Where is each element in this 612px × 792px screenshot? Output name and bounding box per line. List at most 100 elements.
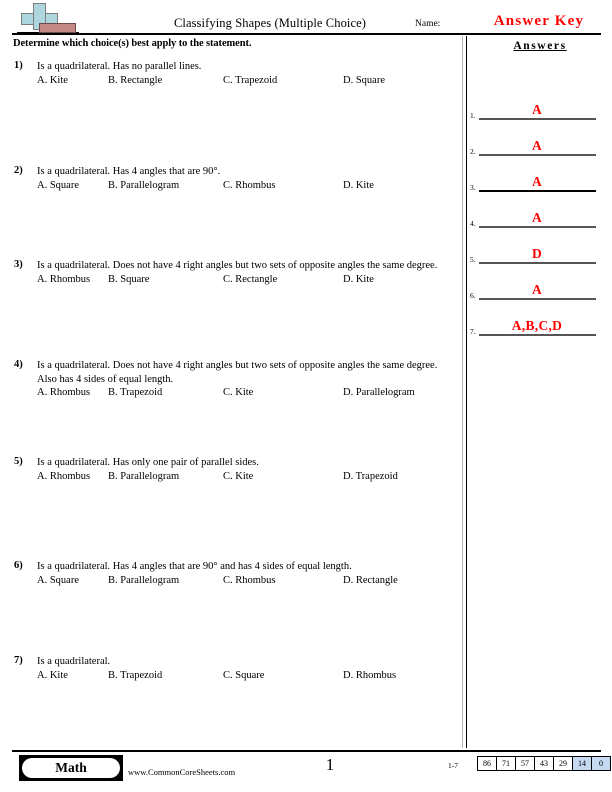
page-header: Classifying Shapes (Multiple Choice) Nam… [0,0,612,36]
question-stem: Is a quadrilateral. Has 4 angles that ar… [37,166,221,177]
choice-option[interactable]: D. Kite [343,274,374,285]
answer-row: 1. A [468,88,612,120]
answer-row-number: 5. [470,255,476,264]
choice-option[interactable]: A. Kite [37,75,68,86]
divider-line-right [466,36,467,748]
choice-option[interactable]: C. Trapezoid [223,75,277,86]
score-scale-cell: 57 [515,756,535,771]
question-choices: A. Kite B. Rectangle C. Trapezoid D. Square [37,75,454,89]
answer-value: A,B,C,D [511,318,563,333]
question-item: 6) Is a quadrilateral. Has 4 angles that … [14,560,454,589]
choice-option[interactable]: B. Parallelogram [108,180,179,191]
choice-option[interactable]: B. Trapezoid [108,670,162,681]
instruction-text: Determine which choice(s) best apply to … [13,38,252,49]
question-number: 2) [14,165,23,176]
choice-option[interactable]: A. Rhombus [37,471,90,482]
answer-row: 2. A [468,124,612,156]
answer-blank-line[interactable] [479,190,596,192]
answer-blank-line[interactable] [479,118,596,120]
answer-blank-line[interactable] [479,262,596,264]
answer-row: 5. D [468,232,612,264]
question-stem: Is a quadrilateral. Does not have 4 righ… [37,360,438,385]
answer-value: A [531,282,543,297]
answer-blank-line[interactable] [479,334,596,336]
divider-line-left [462,36,463,748]
choice-option[interactable]: C. Square [223,670,264,681]
question-number: 7) [14,655,23,666]
question-item: 4) Is a quadrilateral. Does not have 4 ri… [14,359,454,401]
choice-option[interactable]: D. Parallelogram [343,387,415,398]
choice-option[interactable]: B. Parallelogram [108,575,179,586]
question-stem: Is a quadrilateral. Does not have 4 righ… [37,260,438,271]
choice-option[interactable]: D. Trapezoid [343,471,398,482]
choice-option[interactable]: A. Rhombus [37,274,90,285]
choice-option[interactable]: A. Rhombus [37,387,90,398]
answer-row-number: 2. [470,147,476,156]
choice-option[interactable]: C. Rhombus [223,180,276,191]
answer-blank-line[interactable] [479,154,596,156]
question-choices: A. Kite B. Trapezoid C. Square D. Rhombus [37,670,454,684]
choice-option[interactable]: A. Square [37,575,79,586]
answer-row: 7. A,B,C,D [468,304,612,336]
question-choices: A. Square B. Parallelogram C. Rhombus D. Re… [37,575,454,589]
answer-value: A [531,210,543,225]
question-range-label: 1-7 [448,761,458,770]
question-number: 5) [14,456,23,467]
answer-value: A [531,174,543,189]
choice-option[interactable]: B. Square [108,274,149,285]
question-item: 2) Is a quadrilateral. Has 4 angles that … [14,165,454,194]
answers-heading: Answers [513,40,567,52]
page-title: Classifying Shapes (Multiple Choice) [173,16,367,30]
answer-blank-line[interactable] [479,226,596,228]
answer-row: 4. A [468,196,612,228]
score-scale-table: 86 71 57 43 29 14 0 [477,756,611,771]
choice-option[interactable]: D. Kite [343,180,374,191]
choice-option[interactable]: C. Rhombus [223,575,276,586]
answer-row-number: 6. [470,291,476,300]
question-item: 1) Is a quadrilateral. Has no parallel li… [14,60,454,89]
site-url: www.CommonCoreSheets.com [128,767,236,777]
score-scale-cell: 14 [572,756,592,771]
choice-option[interactable]: A. Square [37,180,79,191]
choice-option[interactable]: C. Kite [223,471,253,482]
question-number: 6) [14,560,23,571]
answer-row-number: 1. [470,111,476,120]
score-scale-cell: 29 [553,756,573,771]
choice-option[interactable]: C. Kite [223,387,253,398]
choice-option[interactable]: D. Rectangle [343,575,398,586]
footer-divider-rule [12,750,601,752]
answer-blank-line[interactable] [479,298,596,300]
answer-value: D [531,246,543,261]
logo-red-bar [39,23,76,33]
choice-option[interactable]: B. Rectangle [108,75,162,86]
question-item: 7) Is a quadrilateral. A. Kite B. Trapezoid… [14,655,454,684]
score-scale-row: 86 71 57 43 29 14 0 [477,756,611,771]
score-scale-cell: 86 [477,756,497,771]
question-number: 3) [14,259,23,270]
page-number: 1 [325,755,335,774]
answer-row: 6. A [468,268,612,300]
score-scale-cell: 71 [496,756,516,771]
choice-option[interactable]: D. Square [343,75,385,86]
question-choices: A. Rhombus B. Trapezoid C. Kite D. Parallel… [37,387,454,401]
choice-option[interactable]: D. Rhombus [343,670,396,681]
question-number: 1) [14,60,23,71]
question-choices: A. Rhombus B. Square C. Rectangle D. Kite [37,274,454,288]
question-stem: Is a quadrilateral. Has 4 angles that ar… [37,561,352,572]
subject-badge-label: Math [55,760,87,775]
choice-option[interactable]: B. Parallelogram [108,471,179,482]
subject-badge: Math [19,755,123,781]
question-choices: A. Rhombus B. Parallelogram C. Kite D. Trap… [37,471,454,485]
answer-row: 3. A [468,160,612,192]
choice-option[interactable]: C. Rectangle [223,274,277,285]
subject-badge-pill: Math [22,758,120,778]
commoncoresheets-logo-icon [17,3,79,34]
score-scale-cell: 43 [534,756,554,771]
choice-option[interactable]: B. Trapezoid [108,387,162,398]
answer-key-stamp: Answer Key [493,13,585,29]
question-stem: Is a quadrilateral. Has no parallel line… [37,61,202,72]
choice-option[interactable]: A. Kite [37,670,68,681]
question-number: 4) [14,359,23,370]
header-divider-rule [12,33,601,35]
question-item: 5) Is a quadrilateral. Has only one pair … [14,456,454,485]
